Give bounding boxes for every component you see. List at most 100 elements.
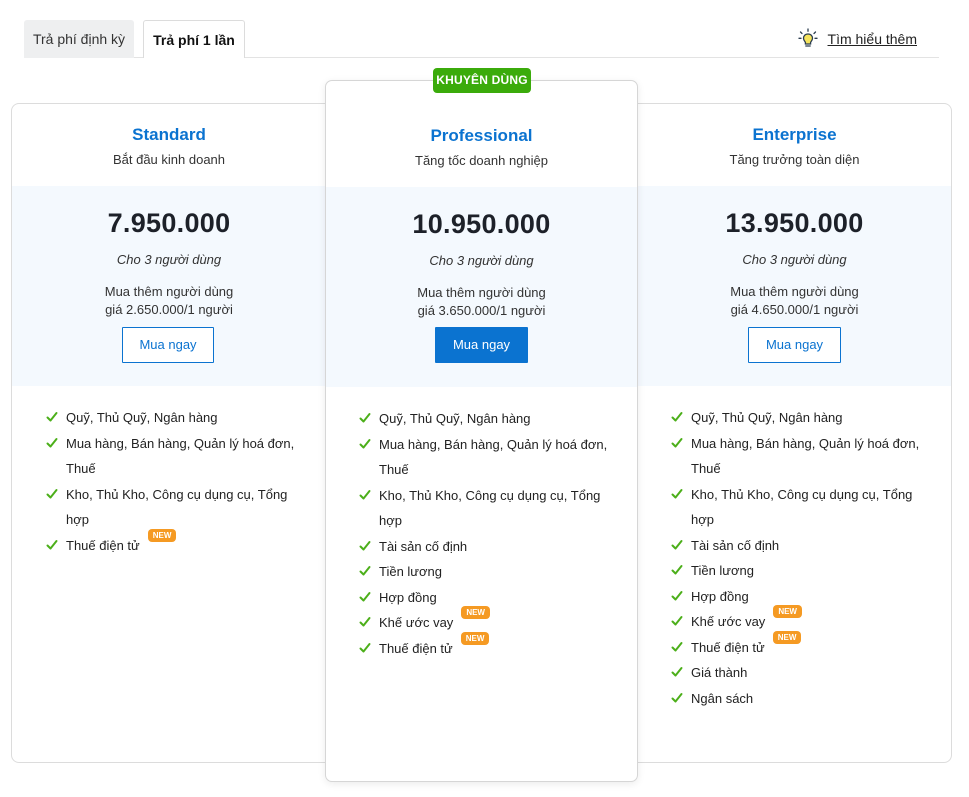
feature-label: Thuế bbox=[66, 461, 96, 476]
plan-users: Cho 3 người dùng bbox=[116, 252, 222, 267]
checkmark-icon bbox=[359, 591, 371, 601]
checkmark-icon bbox=[359, 617, 371, 627]
feature-label: Thuế bbox=[379, 462, 409, 477]
feature-item: Tiền lương bbox=[671, 558, 941, 584]
feature-label: Mua hàng, Bán hàng, Quản lý hoá đơn, bbox=[66, 435, 295, 451]
feature-label: Thuế điện tử bbox=[66, 537, 140, 553]
feature-label: Tiền lương bbox=[691, 563, 754, 578]
feature-label: Hợp đồng bbox=[379, 589, 437, 605]
checkmark-icon bbox=[671, 616, 683, 626]
checkmark-icon bbox=[671, 641, 683, 651]
feature-item: Tiền lương bbox=[359, 559, 629, 585]
checkmark-icon bbox=[359, 413, 371, 423]
learn-more-label[interactable]: Tìm hiểu thêm bbox=[828, 31, 917, 47]
feature-label: Khế ước vay bbox=[691, 614, 766, 629]
payment-tabs: Trả phí định kỳ Trả phí 1 lần Tìm hiểu t… bbox=[24, 20, 939, 58]
recommended-badge: KHUYÊN DÙNG bbox=[433, 68, 531, 93]
feature-label: Quỹ, Thủ Quỹ, Ngân hàng bbox=[379, 411, 531, 426]
checkmark-icon bbox=[671, 590, 683, 600]
checkmark-icon bbox=[671, 692, 683, 702]
feature-label: hợp bbox=[691, 512, 714, 527]
feature-label: Thuế điện tử bbox=[691, 639, 765, 655]
feature-label: Kho, Thủ Kho, Công cụ dụng cụ, Tổng bbox=[379, 487, 601, 503]
plan-name: Standard bbox=[132, 125, 206, 144]
plan-name: Enterprise bbox=[752, 125, 837, 144]
new-badge: NEW bbox=[772, 630, 802, 644]
feature-label: Thuế bbox=[691, 461, 721, 476]
feature-item: Mua hàng, Bán hàng, Quản lý hoá đơn, Thuế bbox=[46, 431, 316, 482]
lightbulb-icon bbox=[797, 28, 818, 47]
feature-label: Tiền lương bbox=[379, 564, 442, 579]
checkmark-icon bbox=[671, 437, 683, 447]
plan-extra-user-line2: giá 4.650.000/1 người bbox=[730, 302, 859, 317]
buy-now-button[interactable]: Mua ngay bbox=[435, 327, 528, 363]
feature-item: Hợp đồng bbox=[671, 584, 941, 610]
feature-label: Ngân sách bbox=[691, 690, 754, 706]
feature-label: hợp bbox=[379, 513, 402, 528]
feature-item: Quỹ, Thủ Quỹ, Ngân hàng bbox=[46, 405, 316, 431]
plan-extra-user-line1: Mua thêm người dùng bbox=[104, 284, 234, 299]
feature-label: Tài sản cố định bbox=[379, 538, 468, 554]
new-badge: NEW bbox=[773, 605, 802, 618]
new-badge: NEW bbox=[147, 528, 177, 542]
checkmark-icon bbox=[671, 412, 683, 422]
feature-label: Mua hàng, Bán hàng, Quản lý hoá đơn, bbox=[379, 436, 608, 452]
feature-list: Quỹ, Thủ Quỹ, Ngân hàng Mua hàng, Bán hàn… bbox=[359, 406, 629, 661]
feature-item: Khế ước vay NEW bbox=[359, 606, 629, 636]
checkmark-icon bbox=[46, 539, 58, 549]
feature-item: Tài sản cố định bbox=[671, 533, 941, 559]
feature-item: Mua hàng, Bán hàng, Quản lý hoá đơn, Thuế bbox=[359, 432, 629, 483]
feature-label: hợp bbox=[66, 512, 89, 527]
checkmark-icon bbox=[359, 540, 371, 550]
feature-item: Hợp đồng bbox=[359, 585, 629, 611]
plan-price: 13.950.000 bbox=[725, 208, 864, 238]
feature-item: Mua hàng, Bán hàng, Quản lý hoá đơn, Thuế bbox=[671, 431, 941, 482]
feature-item: Kho, Thủ Kho, Công cụ dụng cụ, Tổng hợp bbox=[46, 482, 316, 533]
feature-label: Mua hàng, Bán hàng, Quản lý hoá đơn, bbox=[691, 435, 920, 451]
plan-card-professional: KHUYÊN DÙNG Professional Tăng tốc doanh … bbox=[325, 68, 638, 782]
plan-tagline: Tăng tốc doanh nghiệp bbox=[415, 153, 548, 168]
checkmark-icon bbox=[671, 565, 683, 575]
plan-extra-user-line1: Mua thêm người dùng bbox=[730, 284, 859, 299]
checkmark-icon bbox=[359, 642, 371, 652]
feature-label: Hợp đồng bbox=[691, 588, 749, 604]
checkmark-icon bbox=[359, 438, 371, 448]
buy-now-button[interactable]: Mua ngay bbox=[122, 327, 214, 363]
plan-users: Cho 3 người dùng bbox=[742, 252, 847, 267]
feature-item: Khế ước vay NEW bbox=[671, 605, 941, 635]
feature-label: Khế ước vay bbox=[379, 615, 454, 630]
learn-more-link[interactable]: Tìm hiểu thêm bbox=[797, 28, 917, 50]
feature-item: Kho, Thủ Kho, Công cụ dụng cụ, Tổng hợp bbox=[359, 483, 629, 534]
checkmark-icon bbox=[46, 488, 58, 498]
feature-label: Thuế điện tử bbox=[379, 640, 453, 656]
new-badge: NEW bbox=[461, 606, 490, 619]
feature-item: Kho, Thủ Kho, Công cụ dụng cụ, Tổng hợp bbox=[671, 482, 941, 533]
plan-tagline: Tăng trưởng toàn diện bbox=[729, 152, 860, 167]
checkmark-icon bbox=[671, 488, 683, 498]
feature-list: Quỹ, Thủ Quỹ, Ngân hàng Mua hàng, Bán hàn… bbox=[671, 405, 941, 711]
plan-price: 7.950.000 bbox=[107, 208, 231, 238]
feature-label: Tài sản cố định bbox=[691, 537, 780, 553]
feature-item: Giá thành bbox=[671, 660, 941, 686]
new-badge: NEW bbox=[460, 631, 490, 645]
feature-item: Thuế điện tử NEW bbox=[46, 528, 316, 559]
tab-periodic-payment[interactable]: Trả phí định kỳ bbox=[24, 20, 134, 58]
feature-label: Kho, Thủ Kho, Công cụ dụng cụ, Tổng bbox=[66, 486, 288, 502]
feature-item: Ngân sách bbox=[671, 686, 941, 712]
feature-label: Kho, Thủ Kho, Công cụ dụng cụ, Tổng bbox=[691, 486, 913, 502]
feature-item: Tài sản cố định bbox=[359, 534, 629, 560]
checkmark-icon bbox=[671, 667, 683, 677]
feature-item: Thuế điện tử NEW bbox=[671, 630, 941, 661]
feature-item: Thuế điện tử NEW bbox=[359, 631, 629, 662]
feature-item: Quỹ, Thủ Quỹ, Ngân hàng bbox=[359, 406, 629, 432]
tab-one-time-payment[interactable]: Trả phí 1 lần bbox=[143, 20, 245, 58]
feature-label: Quỹ, Thủ Quỹ, Ngân hàng bbox=[691, 410, 843, 425]
plan-extra-user-line2: giá 3.650.000/1 người bbox=[417, 303, 546, 318]
plan-name: Professional bbox=[430, 126, 533, 145]
checkmark-icon bbox=[46, 412, 58, 422]
feature-list: Quỹ, Thủ Quỹ, Ngân hàng Mua hàng, Bán hàn… bbox=[46, 405, 316, 558]
feature-item: Quỹ, Thủ Quỹ, Ngân hàng bbox=[671, 405, 941, 431]
checkmark-icon bbox=[671, 539, 683, 549]
plan-extra-user-line1: Mua thêm người dùng bbox=[417, 285, 546, 300]
buy-now-button[interactable]: Mua ngay bbox=[748, 327, 841, 363]
